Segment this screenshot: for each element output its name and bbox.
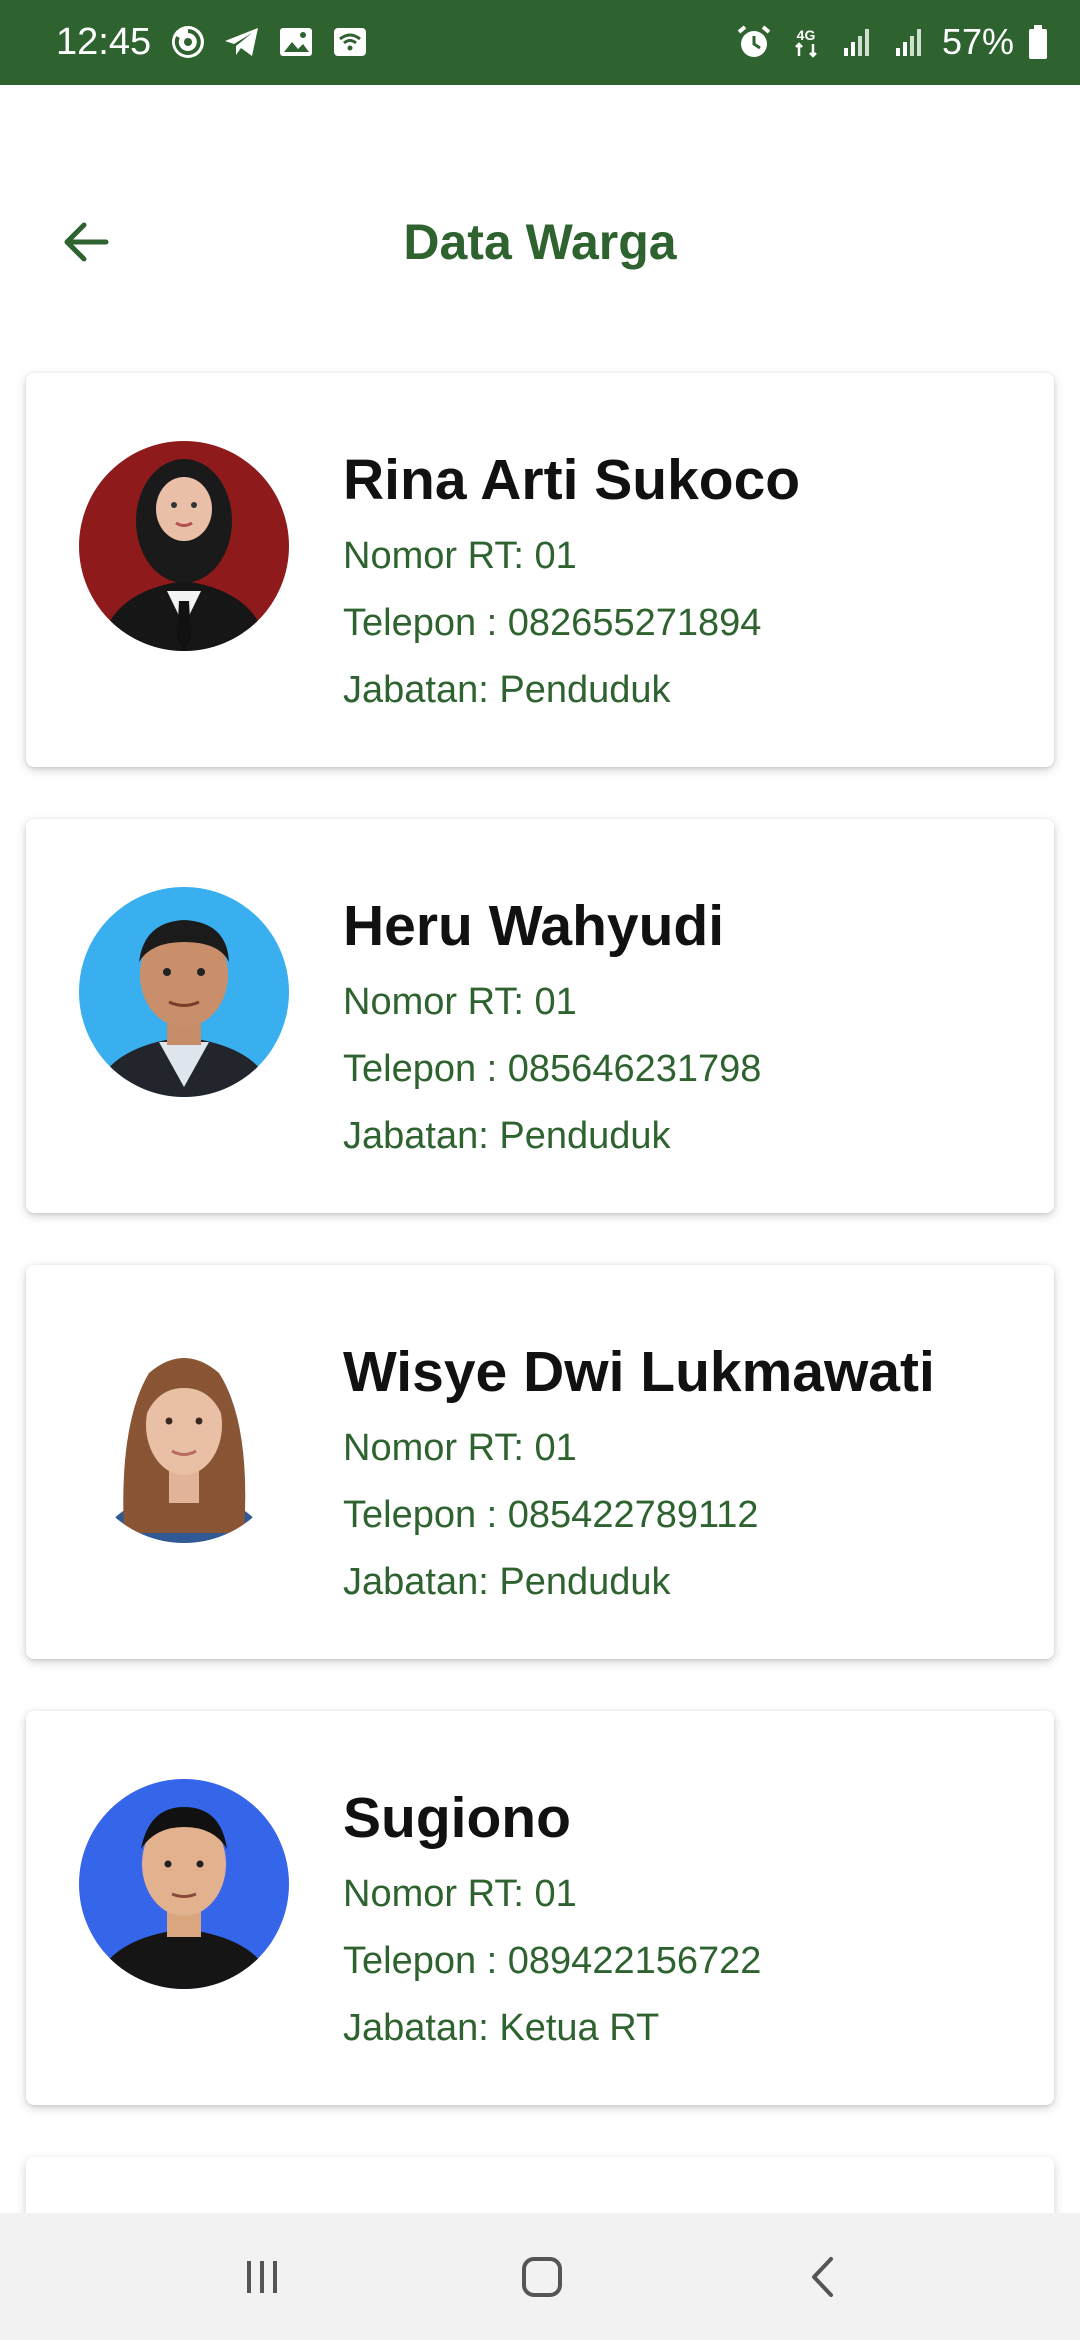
resident-name: Rina Arti Sukoco bbox=[343, 448, 801, 512]
navigation-bar bbox=[0, 2213, 1080, 2340]
back-icon bbox=[812, 2257, 833, 2297]
resident-phone: Telepon : 082655271894 bbox=[343, 602, 762, 644]
recent-apps-button[interactable] bbox=[222, 2239, 302, 2315]
battery-percent: 57% bbox=[941, 21, 1014, 62]
signal-icon bbox=[895, 29, 921, 56]
avatar-photo bbox=[79, 1779, 289, 1989]
home-button[interactable] bbox=[502, 2239, 582, 2315]
status-icons-left bbox=[168, 22, 370, 62]
sync-icon bbox=[172, 26, 204, 58]
nav-back-button[interactable] bbox=[784, 2239, 864, 2315]
avatar-photo bbox=[79, 887, 289, 1097]
battery-icon bbox=[1029, 25, 1047, 59]
resident-card[interactable]: Sugiono Nomor RT: 01 Telepon : 089422156… bbox=[26, 1711, 1054, 2105]
avatar bbox=[79, 1779, 289, 1989]
resident-position: Jabatan: Penduduk bbox=[343, 669, 671, 711]
alarm-icon bbox=[737, 25, 771, 57]
resident-phone: Telepon : 085422789112 bbox=[343, 1494, 759, 1536]
signal-icon bbox=[843, 29, 869, 56]
recent-apps-icon bbox=[247, 2261, 277, 2293]
resident-name: Wisye Dwi Lukmawati bbox=[343, 1340, 935, 1404]
resident-info: Rina Arti Sukoco Nomor RT: 01 Telepon : … bbox=[343, 445, 800, 724]
resident-name: Sugiono bbox=[343, 1786, 571, 1850]
resident-position: Jabatan: Ketua RT bbox=[343, 2007, 660, 2049]
resident-rt: Nomor RT: 01 bbox=[343, 981, 577, 1023]
avatar-photo bbox=[79, 441, 289, 651]
status-bar: 12:45 4G 57% bbox=[0, 0, 1080, 85]
wifi-hotspot-icon bbox=[334, 28, 366, 56]
resident-card[interactable]: Heru Wahyudi Nomor RT: 01 Telepon : 0856… bbox=[26, 819, 1054, 1213]
4g-icon: 4G bbox=[795, 27, 817, 58]
status-icons-right: 4G 57% bbox=[734, 20, 1050, 64]
avatar bbox=[79, 887, 289, 1097]
resident-card[interactable]: Wisye Dwi Lukmawati Nomor RT: 01 Telepon… bbox=[26, 1265, 1054, 1659]
avatar bbox=[79, 441, 289, 651]
resident-phone: Telepon : 089422156722 bbox=[343, 1940, 762, 1982]
resident-position: Jabatan: Penduduk bbox=[343, 1561, 671, 1603]
avatar bbox=[79, 1333, 289, 1543]
resident-info: Heru Wahyudi Nomor RT: 01 Telepon : 0856… bbox=[343, 891, 761, 1170]
resident-card[interactable]: Rina Arti Sukoco Nomor RT: 01 Telepon : … bbox=[26, 373, 1054, 767]
avatar-photo bbox=[79, 1333, 289, 1543]
resident-rt: Nomor RT: 01 bbox=[343, 1873, 577, 1915]
telegram-icon bbox=[225, 28, 258, 56]
gallery-icon bbox=[280, 28, 312, 56]
resident-phone: Telepon : 085646231798 bbox=[343, 1048, 762, 1090]
resident-name: Heru Wahyudi bbox=[343, 894, 725, 958]
resident-rt: Nomor RT: 01 bbox=[343, 535, 577, 577]
resident-rt: Nomor RT: 01 bbox=[343, 1427, 577, 1469]
home-icon bbox=[522, 2257, 562, 2297]
resident-info: Sugiono Nomor RT: 01 Telepon : 089422156… bbox=[343, 1783, 761, 2062]
resident-list: Rina Arti Sukoco Nomor RT: 01 Telepon : … bbox=[26, 373, 1054, 2157]
page-title: Data Warga bbox=[403, 214, 677, 270]
svg-text:4G: 4G bbox=[797, 27, 816, 43]
status-time: 12:45 bbox=[56, 21, 152, 63]
resident-position: Jabatan: Penduduk bbox=[343, 1115, 671, 1157]
resident-info: Wisye Dwi Lukmawati Nomor RT: 01 Telepon… bbox=[343, 1337, 935, 1616]
